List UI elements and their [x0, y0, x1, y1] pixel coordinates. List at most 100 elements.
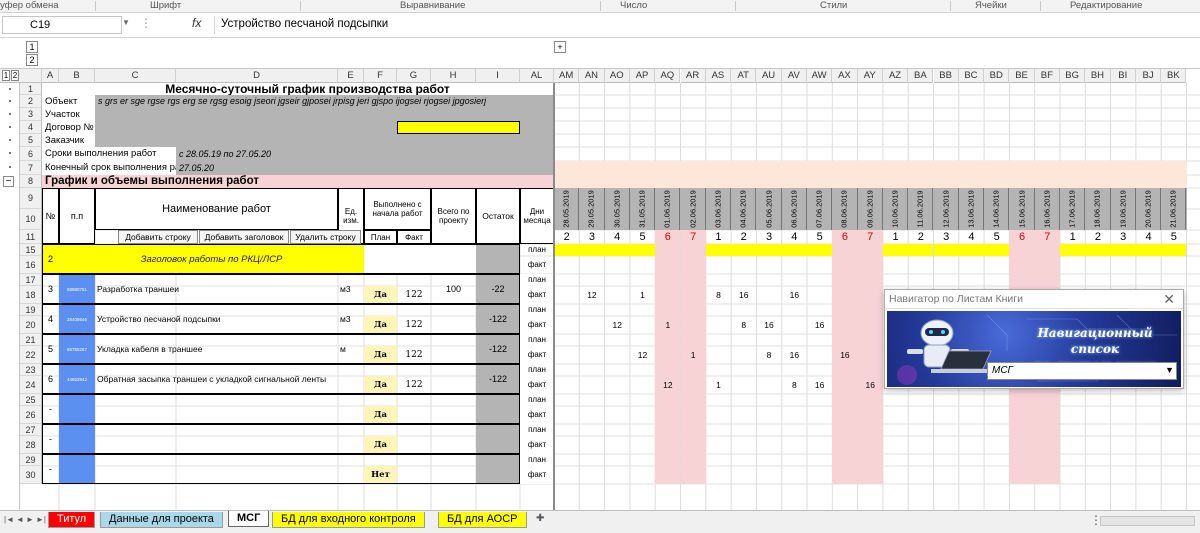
sheet-nav-last-icon[interactable]: ►|	[36, 515, 46, 524]
column-header-i[interactable]: I	[476, 69, 520, 83]
column-header-d[interactable]: D	[176, 69, 338, 83]
close-icon[interactable]: ✕	[1163, 291, 1175, 308]
column-header-aq[interactable]: AQ	[655, 69, 681, 83]
row-header-24[interactable]: 24	[20, 376, 42, 394]
column-header-bc[interactable]: BC	[958, 69, 985, 83]
formula-input[interactable]: Устройство песчаной подсыпки	[214, 16, 1194, 34]
row-header-16[interactable]: 16	[20, 256, 42, 274]
row-header-2[interactable]: 2	[20, 95, 42, 108]
column-header-bd[interactable]: BD	[984, 69, 1010, 83]
delete-row-button[interactable]: Удалить строку	[290, 230, 361, 244]
row-header-6[interactable]: 6	[20, 147, 42, 161]
column-header-au[interactable]: AU	[756, 69, 782, 83]
row-header-27[interactable]: 27	[20, 424, 42, 436]
column-header-am[interactable]: AM	[554, 69, 580, 83]
weekday-number: 4	[614, 231, 621, 243]
sheet-tab[interactable]: БД для входного контроля	[272, 512, 425, 528]
row-header-19[interactable]: 19	[20, 304, 42, 316]
item-unit	[338, 394, 364, 424]
sheet-nav-first-icon[interactable]: |◄	[4, 515, 14, 524]
column-header-ba[interactable]: BA	[908, 69, 934, 83]
navigator-title-bar[interactable]: Навигатор по Листам Книги ✕	[885, 290, 1183, 309]
date-label: 17.06.2019	[1067, 190, 1077, 228]
column-header-ap[interactable]: AP	[629, 69, 656, 83]
row-header-4[interactable]: 4	[20, 121, 42, 134]
outline-level-1-row-button[interactable]: 1	[2, 70, 10, 81]
sheet-tab[interactable]: МСГ	[228, 511, 270, 527]
row-header-20[interactable]: 20	[20, 316, 42, 334]
column-header-bb[interactable]: BB	[933, 69, 959, 83]
weekday-number: 2	[740, 231, 747, 243]
peach-band	[554, 161, 1187, 188]
row-header-7[interactable]: 7	[20, 161, 42, 175]
outline-expand-button[interactable]: +	[554, 41, 566, 53]
sheet-tab[interactable]: БД для АОСР	[438, 512, 527, 528]
outline-level-2-row-button[interactable]: 2	[11, 70, 19, 81]
daily-fact-value: 12	[587, 290, 597, 300]
row-header-28[interactable]: 28	[20, 436, 42, 454]
horizontal-scrollbar[interactable]	[1100, 516, 1195, 526]
column-header-bh[interactable]: BH	[1085, 69, 1111, 83]
column-header-a[interactable]: A	[42, 69, 59, 83]
row-header-15[interactable]: 15	[20, 244, 42, 256]
row-header-22[interactable]: 22	[20, 346, 42, 364]
row-header-10[interactable]: 10	[20, 209, 42, 230]
column-header-bi[interactable]: BI	[1110, 69, 1136, 83]
row-header-3[interactable]: 3	[20, 108, 42, 121]
add-header-button[interactable]: Добавить заголовок	[199, 230, 289, 244]
column-header-g[interactable]: G	[397, 69, 431, 83]
sheet-tab[interactable]: Титул	[48, 512, 96, 528]
row-header-18[interactable]: 18	[20, 286, 42, 304]
row-header-5[interactable]: 5	[20, 134, 42, 147]
column-header-c[interactable]: C	[95, 69, 176, 83]
sheet-select-dropdown[interactable]: МСГ ▼	[987, 362, 1177, 380]
column-header-ax[interactable]: AX	[832, 69, 858, 83]
column-header-ay[interactable]: AY	[857, 69, 883, 83]
ribbon-separator	[735, 1, 736, 11]
column-header-an[interactable]: AN	[579, 69, 605, 83]
column-header-az[interactable]: AZ	[882, 69, 909, 83]
header-pp: п.п	[59, 188, 95, 244]
column-header-e[interactable]: E	[338, 69, 364, 83]
outline-level-1-button[interactable]: 1	[26, 41, 38, 53]
row-header-25[interactable]: 25	[20, 394, 42, 406]
row-header-26[interactable]: 26	[20, 406, 42, 424]
column-header-av[interactable]: AV	[781, 69, 807, 83]
column-header-bg[interactable]: BG	[1060, 69, 1086, 83]
column-header-bj[interactable]: BJ	[1135, 69, 1162, 83]
column-header-bk[interactable]: BK	[1161, 69, 1187, 83]
name-box[interactable]: C19	[2, 16, 122, 34]
column-header-f[interactable]: F	[364, 69, 397, 83]
row-header-23[interactable]: 23	[20, 364, 42, 376]
row-header-8[interactable]: 8	[20, 175, 42, 188]
row-header-30[interactable]: 30	[20, 466, 42, 484]
row-header-11[interactable]: 11	[20, 230, 42, 244]
outline-level-2-button[interactable]: 2	[26, 54, 38, 66]
column-header-aw[interactable]: AW	[807, 69, 833, 83]
column-header-at[interactable]: AT	[731, 69, 757, 83]
row-header-29[interactable]: 29	[20, 454, 42, 466]
chevron-down-icon[interactable]: ▼	[1165, 365, 1174, 375]
item-fact-value	[397, 406, 431, 424]
column-header-ar[interactable]: AR	[680, 69, 706, 83]
outline-collapse-button[interactable]: −	[3, 176, 14, 187]
row-header-1[interactable]: 1	[20, 83, 42, 95]
add-row-button[interactable]: Добавить строку	[118, 230, 198, 244]
column-header-h[interactable]: H	[431, 69, 476, 83]
row-header-9[interactable]: 9	[20, 188, 42, 209]
column-header-ao[interactable]: AO	[604, 69, 630, 83]
insert-sheet-icon[interactable]: ✚	[536, 513, 544, 524]
row-header-21[interactable]: 21	[20, 334, 42, 346]
name-box-dropdown-icon[interactable]: ▼	[122, 18, 130, 27]
column-header-be[interactable]: BE	[1009, 69, 1035, 83]
column-header-as[interactable]: AS	[705, 69, 732, 83]
sheet-tab[interactable]: Данные для проекта	[100, 512, 223, 528]
column-header-b[interactable]: B	[59, 69, 95, 83]
column-header-bf[interactable]: BF	[1034, 69, 1060, 83]
row-header-17[interactable]: 17	[20, 274, 42, 286]
sheet-nav-next-icon[interactable]: ►	[26, 515, 34, 524]
weekday-number: 4	[791, 231, 798, 243]
insert-function-icon[interactable]: fx	[192, 16, 201, 30]
column-header-al[interactable]: AL	[520, 69, 554, 83]
sheet-nav-prev-icon[interactable]: ◄	[16, 515, 24, 524]
